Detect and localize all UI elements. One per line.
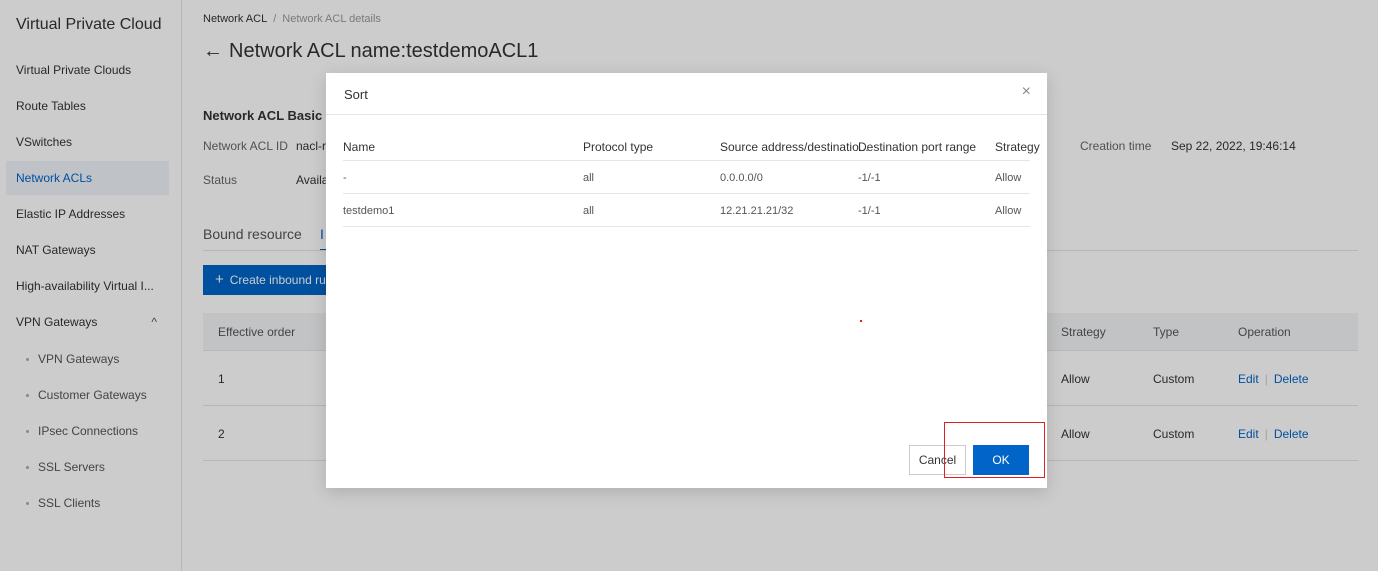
column-header-port: Destination port range — [858, 140, 977, 154]
cell-source: 12.21.21.21/32 — [720, 205, 794, 217]
cell-port: -1/-1 — [858, 205, 881, 217]
dialog-divider — [326, 114, 1047, 115]
close-icon[interactable]: × — [1022, 83, 1031, 101]
sort-table-row[interactable]: testdemo1 all 12.21.21.21/32 -1/-1 Allow — [343, 194, 1030, 227]
sort-table-row[interactable]: - all 0.0.0.0/0 -1/-1 Allow — [343, 161, 1030, 194]
cell-port: -1/-1 — [858, 172, 881, 184]
red-dot-marker — [860, 320, 862, 322]
cell-name: testdemo1 — [343, 205, 395, 217]
column-header-name: Name — [343, 140, 376, 154]
column-header-source: Source address/destinatio... — [720, 140, 869, 154]
column-header-protocol: Protocol type — [583, 140, 654, 154]
cell-strategy: Allow — [995, 205, 1022, 217]
cell-protocol: all — [583, 172, 595, 184]
highlight-box — [944, 422, 1045, 478]
cell-strategy: Allow — [995, 172, 1022, 184]
sort-table-header: Name Protocol type Source address/destin… — [343, 128, 1040, 161]
dialog-title: Sort — [344, 87, 368, 102]
cell-source: 0.0.0.0/0 — [720, 172, 763, 184]
cell-protocol: all — [583, 205, 595, 217]
column-header-strategy: Strategy — [995, 140, 1040, 154]
sort-dialog: Sort × Name Protocol type Source address… — [326, 73, 1047, 488]
cell-name: - — [343, 172, 347, 184]
